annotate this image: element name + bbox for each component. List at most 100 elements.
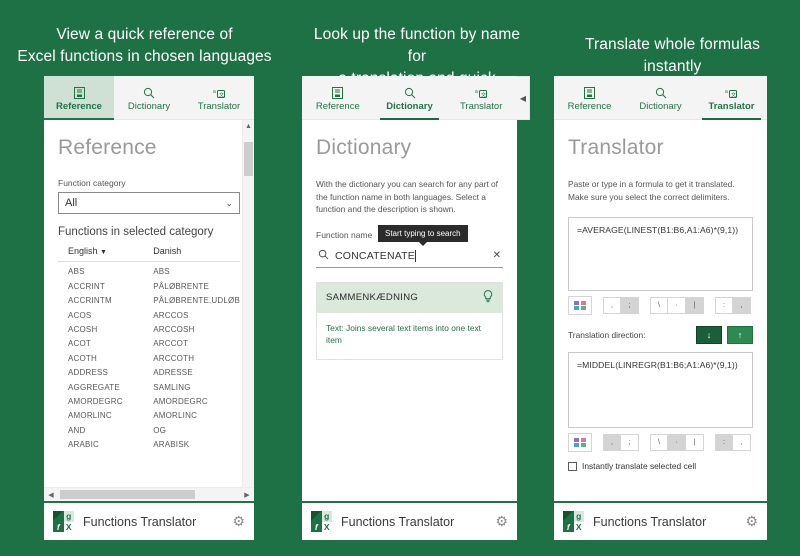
gear-icon[interactable]: ⚙ — [495, 513, 508, 530]
delimiter-button[interactable]: · — [668, 297, 686, 314]
logo-cell-top-right: g — [321, 511, 332, 522]
table-row[interactable]: ACCRINTM PÅLØBRENTE.UDLØB — [58, 291, 240, 305]
delimiter-button[interactable]: , — [733, 297, 751, 314]
cell-english: ACOSH — [68, 324, 98, 334]
tab-translator-label: Translator — [459, 101, 503, 112]
horizontal-scrollbar-thumb[interactable] — [60, 490, 195, 499]
table-row[interactable]: ACOSH ARCCOSH — [58, 320, 240, 334]
delimiter-button[interactable]: | — [686, 297, 704, 314]
delimiter-row-top: ,; \ · | :, — [568, 296, 753, 315]
footer-bar: g f X Functions Translator ⚙ — [302, 501, 517, 540]
svg-text:a: a — [725, 89, 728, 95]
table-row[interactable]: AMORDEGRC AMORDEGRC — [58, 392, 240, 406]
swap-delimiters-icon[interactable] — [568, 433, 592, 452]
delimiter-button[interactable]: , — [733, 434, 751, 451]
delimiter-button[interactable]: | — [686, 434, 704, 451]
tab-translator[interactable]: a文 Translator — [184, 76, 254, 119]
delimiter-button[interactable]: \ — [650, 297, 668, 314]
tab-reference[interactable]: Reference — [302, 76, 374, 119]
function-category-select[interactable]: All ⌄ — [58, 192, 240, 214]
table-row[interactable]: ACCRINT PÅLØBRENTE — [58, 276, 240, 291]
translation-direction-label: Translation direction: — [568, 330, 646, 340]
logo-cell-bottom-left: f — [563, 521, 574, 532]
tab-reference[interactable]: Reference — [44, 76, 114, 120]
footer-bar: g f X Functions Translator ⚙ — [554, 501, 767, 540]
panel-caption-reference: View a quick reference of Excel function… — [0, 0, 289, 68]
delimiter-button[interactable]: , — [603, 297, 621, 314]
instant-translate-label: Instantly translate selected cell — [582, 461, 697, 471]
tab-reference[interactable]: Reference — [554, 76, 625, 119]
vertical-scrollbar-thumb[interactable] — [244, 142, 253, 176]
tab-dictionary[interactable]: Dictionary — [625, 76, 696, 119]
logo-cell-bottom-right: X — [63, 521, 74, 532]
column-header-danish[interactable]: Danish — [143, 246, 240, 262]
svg-text:a: a — [213, 89, 216, 95]
table-header-row: English ▼ Danish — [58, 246, 240, 262]
target-formula-output[interactable]: =MIDDEL(LINREGR(B1:B6;A1:A6)*(9,1)) — [568, 352, 753, 428]
delimiter-button[interactable]: : — [715, 434, 733, 451]
swap-delimiters-icon[interactable] — [568, 296, 592, 315]
scroll-right-icon[interactable]: ▶ — [240, 491, 254, 499]
scroll-up-icon[interactable]: ▲ — [243, 120, 254, 133]
logo-cell-top-left — [53, 511, 64, 522]
caption-line-2: Excel functions in chosen languages — [17, 48, 272, 65]
translate-up-button[interactable]: ↑ — [727, 326, 753, 344]
table-row[interactable]: ACOTH ARCCOTH — [58, 348, 240, 363]
tab-strip: Reference Dictionary a文 Translator — [44, 76, 254, 120]
table-row[interactable]: AGGREGATE SAMLING — [58, 377, 240, 392]
vertical-scrollbar[interactable]: ▲ ▼ — [242, 120, 254, 501]
table-row[interactable]: AMORLINC AMORLINC — [58, 406, 240, 420]
lightbulb-icon[interactable] — [483, 289, 493, 306]
search-text: CONCATENATE — [335, 249, 415, 262]
argument-separator-group-bottom: ,; — [603, 434, 639, 451]
result-header: SAMMENKÆDNING — [317, 282, 502, 313]
logo-cell-bottom-left: f — [311, 521, 322, 532]
source-formula-input[interactable]: =AVERAGE(LINEST(B1:B6,A1:A6)*(9,1)) — [568, 217, 753, 291]
svg-text:文: 文 — [219, 91, 224, 98]
tab-reference-label: Reference — [315, 101, 360, 112]
table-row[interactable]: ABS ABS — [58, 262, 240, 276]
cell-danish: ARCCOSH — [153, 324, 195, 334]
translate-down-button[interactable]: ↓ — [696, 326, 722, 344]
gear-icon[interactable]: ⚙ — [745, 513, 758, 530]
logo-cell-bottom-left: f — [53, 521, 64, 532]
tab-dictionary-label: Dictionary — [386, 101, 433, 112]
tab-translator[interactable]: a文 Translator — [445, 76, 517, 119]
function-category-value: All — [65, 197, 78, 209]
table-row[interactable]: ARABIC ARABISK — [58, 435, 240, 449]
horizontal-scrollbar-track[interactable] — [58, 490, 240, 499]
delimiter-button[interactable]: : — [715, 297, 733, 314]
search-input-value: CONCATENATE — [335, 249, 487, 262]
delimiter-button[interactable]: ; — [621, 297, 639, 314]
delimiter-button[interactable]: ; — [621, 434, 639, 451]
delimiter-button[interactable]: · — [668, 434, 686, 451]
search-input[interactable]: CONCATENATE ✕ — [316, 246, 503, 268]
delimiter-button[interactable]: , — [603, 434, 621, 451]
gear-icon[interactable]: ⚙ — [232, 513, 245, 530]
scroll-left-icon[interactable]: ◀ — [44, 491, 58, 499]
cell-danish: OG — [153, 425, 167, 435]
instant-translate-checkbox[interactable] — [568, 461, 577, 471]
functions-section-heading: Functions in selected category — [58, 226, 214, 238]
tab-translator[interactable]: a文 Translator — [696, 76, 767, 120]
table-row[interactable]: ADDRESS ADRESSE — [58, 363, 240, 377]
delimiter-button[interactable]: \ — [650, 434, 668, 451]
collapse-panel-icon[interactable]: ◀ — [517, 76, 530, 120]
brand-name: Functions Translator — [593, 514, 707, 529]
horizontal-scrollbar[interactable]: ◀ ▶ — [44, 487, 254, 501]
instant-translate-row[interactable]: Instantly translate selected cell — [568, 461, 753, 471]
column-header-english[interactable]: English ▼ — [58, 246, 144, 262]
clear-icon[interactable]: ✕ — [493, 250, 501, 261]
tab-dictionary[interactable]: Dictionary — [374, 76, 446, 120]
book-icon — [332, 85, 344, 100]
table-row[interactable]: AND OG — [58, 420, 240, 435]
translate-icon: a文 — [725, 85, 738, 100]
table-row[interactable]: ACOS ARCCOS — [58, 305, 240, 320]
dictionary-result-card[interactable]: SAMMENKÆDNING Text: Joins several text i… — [316, 281, 503, 360]
function-name-label-row: Function name Start typing to search — [316, 224, 503, 246]
svg-text:a: a — [475, 89, 478, 95]
text-cursor — [414, 249, 420, 262]
sort-caret-icon: ▼ — [100, 249, 107, 256]
tab-dictionary[interactable]: Dictionary — [114, 76, 184, 119]
table-row[interactable]: ACOT ARCCOT — [58, 334, 240, 348]
